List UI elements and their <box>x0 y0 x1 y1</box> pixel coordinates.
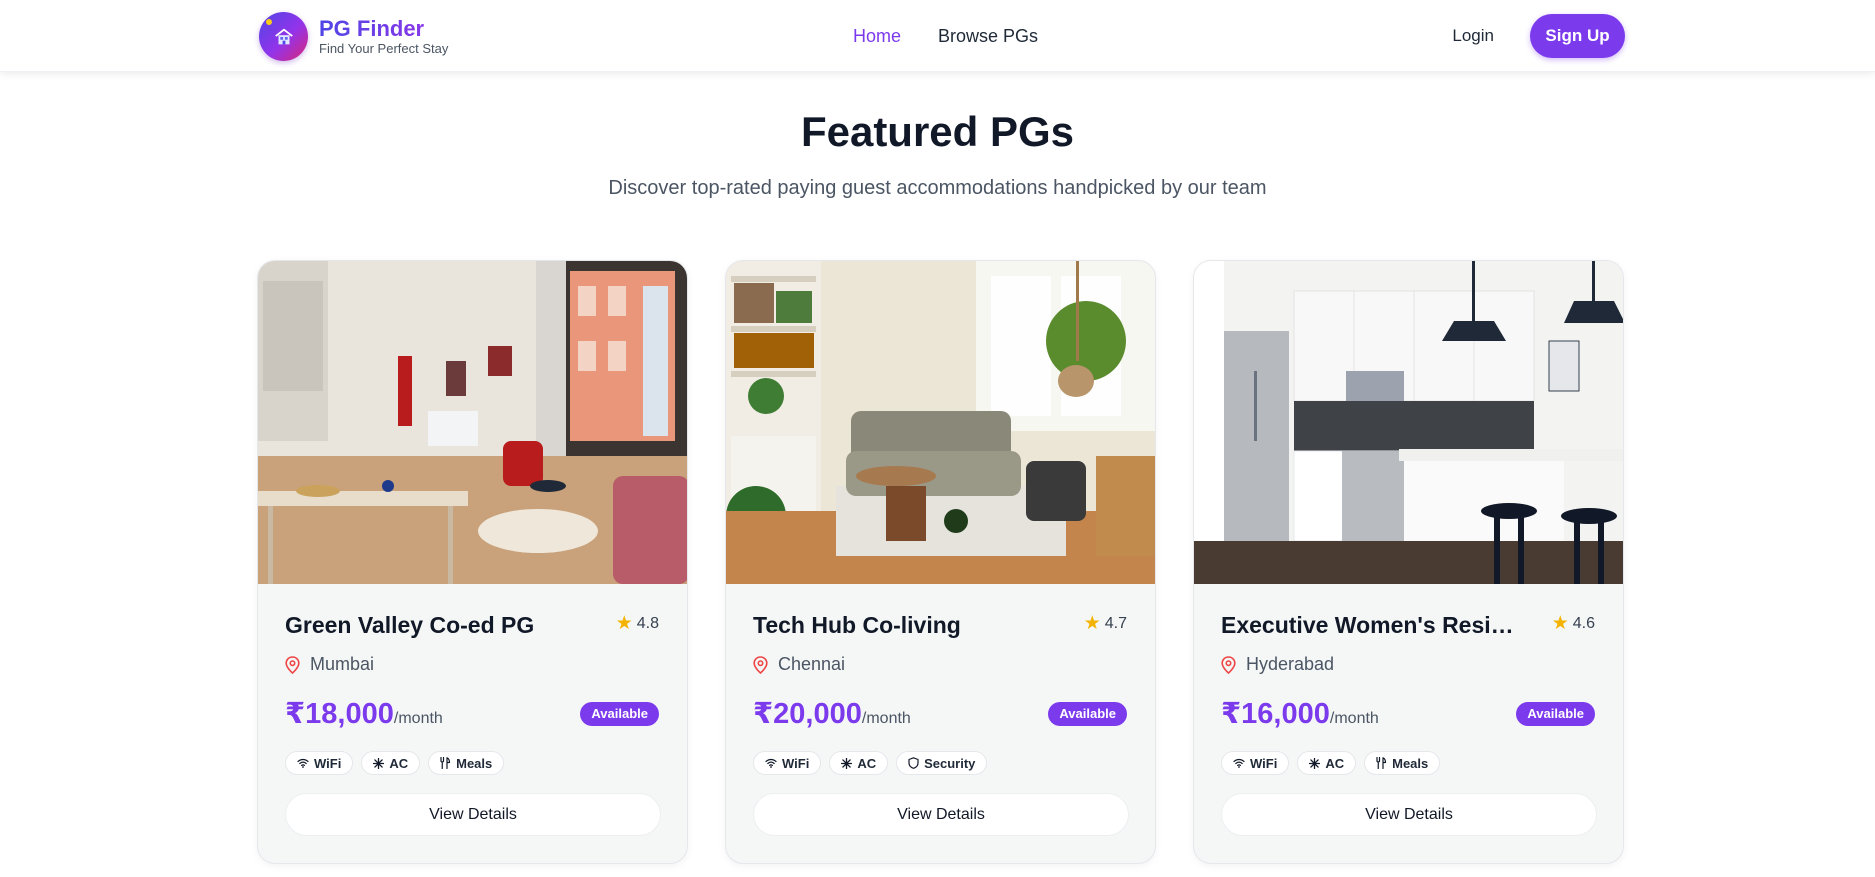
amenity-list: WiFi AC Meals <box>285 751 505 775</box>
amenity-list: WiFi AC Security <box>753 751 988 775</box>
price-value: ₹16,000 <box>1221 698 1330 730</box>
pg-location: Mumbai <box>285 654 374 675</box>
amenity-chip: Meals <box>1364 751 1441 775</box>
nav-browse-link[interactable]: Browse PGs <box>938 26 1038 47</box>
pg-rating: ★ 4.7 <box>1083 613 1127 634</box>
amenity-label: AC <box>857 755 877 771</box>
pg-location: Chennai <box>753 654 845 675</box>
pg-name: Green Valley Co-ed PG <box>285 612 535 638</box>
wifi-icon <box>1233 758 1245 768</box>
brand-tagline: Find Your Perfect Stay <box>319 40 449 56</box>
auth-actions: Login Sign Up <box>1452 14 1625 58</box>
amenity-label: WiFi <box>1250 755 1278 771</box>
pg-photo[interactable] <box>1194 261 1623 584</box>
view-details-button[interactable]: View Details <box>753 793 1129 836</box>
amenity-label: AC <box>1325 755 1345 771</box>
rating-value: 4.7 <box>1104 615 1127 632</box>
location-pin-icon <box>1221 655 1236 674</box>
availability-badge: Available <box>1048 702 1127 726</box>
view-details-button[interactable]: View Details <box>1221 793 1597 836</box>
pg-card-body: Executive Women's Residence ★ 4.6 Hydera… <box>1194 584 1623 863</box>
featured-pg-list: Green Valley Co-ed PG ★ 4.8 Mumbai ₹18,0… <box>257 260 1624 864</box>
rating-value: 4.6 <box>1572 615 1595 632</box>
amenity-chip: WiFi <box>1221 751 1290 775</box>
amenity-chip: Meals <box>428 751 505 775</box>
main-nav: Home Browse PGs <box>853 0 1038 72</box>
pg-name: Executive Women's Residence <box>1221 612 1521 638</box>
pg-location: Hyderabad <box>1221 654 1334 675</box>
pg-price: ₹16,000 /month <box>1221 696 1379 731</box>
living-room-image <box>258 261 687 584</box>
star-icon: ★ <box>615 613 633 634</box>
amenity-chip: WiFi <box>285 751 354 775</box>
section-subtitle: Discover top-rated paying guest accommod… <box>608 177 1267 199</box>
amenity-label: Security <box>924 755 976 771</box>
wifi-icon <box>297 758 309 768</box>
brand-name: PG Finder <box>319 16 448 41</box>
pg-price: ₹20,000 /month <box>753 696 911 731</box>
price-unit: /month <box>1329 710 1379 727</box>
snowflake-icon <box>841 757 853 769</box>
login-link[interactable]: Login <box>1452 26 1494 46</box>
location-text: Chennai <box>778 654 846 674</box>
signup-button[interactable]: Sign Up <box>1530 14 1625 58</box>
section-title: Featured PGs <box>800 108 1075 155</box>
brand[interactable]: PG Finder Find Your Perfect Stay <box>259 12 448 61</box>
amenity-list: WiFi AC Meals <box>1221 751 1441 775</box>
amenity-label: WiFi <box>782 755 810 771</box>
utensils-icon <box>1376 757 1387 769</box>
house-logo-icon <box>259 12 308 61</box>
star-icon: ★ <box>1083 613 1101 634</box>
house-icon <box>274 28 293 44</box>
pg-card[interactable]: Executive Women's Residence ★ 4.6 Hydera… <box>1193 260 1624 864</box>
location-pin-icon <box>753 655 768 674</box>
location-text: Mumbai <box>310 654 375 674</box>
pg-price: ₹18,000 /month <box>285 696 443 731</box>
snowflake-icon <box>1309 757 1321 769</box>
view-details-button[interactable]: View Details <box>285 793 661 836</box>
amenity-chip: AC <box>361 751 421 775</box>
amenity-label: Meals <box>1392 755 1429 771</box>
amenity-chip: Security <box>896 751 988 775</box>
pg-card-body: Green Valley Co-ed PG ★ 4.8 Mumbai ₹18,0… <box>258 584 687 863</box>
price-unit: /month <box>861 710 911 727</box>
pg-card-body: Tech Hub Co-living ★ 4.7 Chennai ₹20,000… <box>726 584 1155 863</box>
location-pin-icon <box>285 655 300 674</box>
pg-photo[interactable] <box>258 261 687 584</box>
shield-icon <box>908 757 919 769</box>
availability-badge: Available <box>580 702 659 726</box>
nav-home-link[interactable]: Home <box>853 26 901 47</box>
price-unit: /month <box>393 710 443 727</box>
pg-rating: ★ 4.8 <box>615 613 659 634</box>
availability-badge: Available <box>1516 702 1595 726</box>
amenity-label: Meals <box>456 755 493 771</box>
amenity-label: WiFi <box>314 755 342 771</box>
price-value: ₹20,000 <box>753 698 862 730</box>
utensils-icon <box>440 757 451 769</box>
rating-value: 4.8 <box>636 615 659 632</box>
pg-card[interactable]: Tech Hub Co-living ★ 4.7 Chennai ₹20,000… <box>725 260 1156 864</box>
price-value: ₹18,000 <box>285 698 394 730</box>
logo-dot <box>266 19 272 25</box>
kitchen-image <box>1194 261 1623 584</box>
star-icon: ★ <box>1551 613 1569 634</box>
location-text: Hyderabad <box>1246 654 1335 674</box>
wifi-icon <box>765 758 777 768</box>
amenity-chip: AC <box>829 751 889 775</box>
snowflake-icon <box>373 757 385 769</box>
pg-name: Tech Hub Co-living <box>753 612 961 638</box>
amenity-label: AC <box>389 755 409 771</box>
coliving-room-image <box>726 261 1155 584</box>
pg-card[interactable]: Green Valley Co-ed PG ★ 4.8 Mumbai ₹18,0… <box>257 260 688 864</box>
top-navbar: PG Finder Find Your Perfect Stay Home Br… <box>0 0 1875 72</box>
amenity-chip: AC <box>1297 751 1357 775</box>
pg-rating: ★ 4.6 <box>1551 613 1595 634</box>
pg-photo[interactable] <box>726 261 1155 584</box>
amenity-chip: WiFi <box>753 751 822 775</box>
